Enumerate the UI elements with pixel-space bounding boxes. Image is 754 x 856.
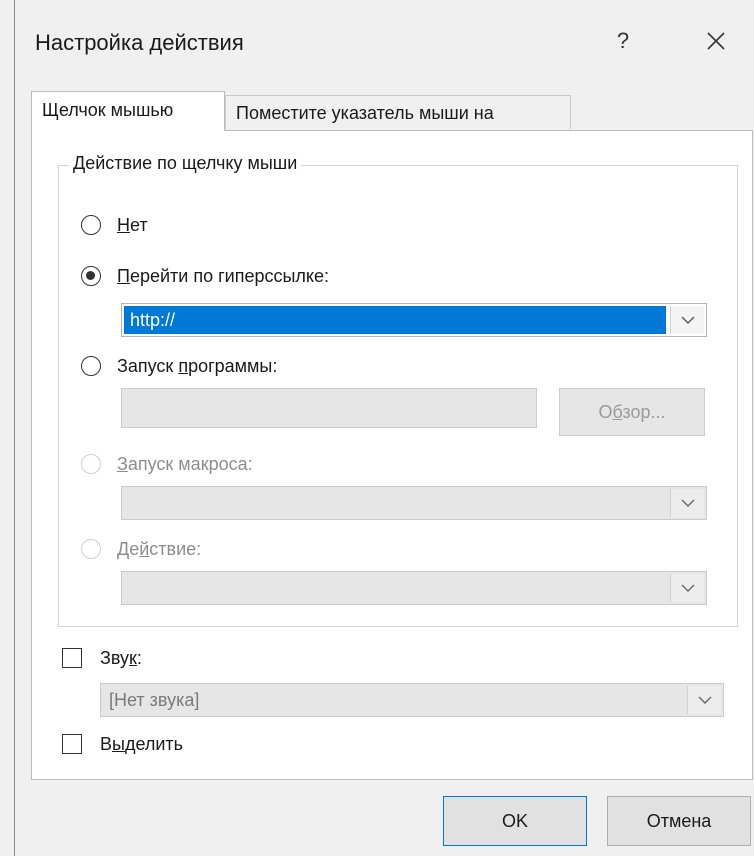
hyperlink-dropdown-button[interactable] [670,306,704,334]
click-action-group: Действие по щелчку мыши Нет Перейти по г… [58,153,738,627]
sound-value: [Нет звука] [109,690,200,710]
title-bar: Настройка действия ? [15,0,754,88]
sound-dropdown-button[interactable] [687,686,721,714]
hyperlink-value[interactable]: http:// [124,306,666,334]
radio-none-circle[interactable] [81,215,101,235]
sound-checkbox[interactable] [62,648,82,668]
tab-mouse-click[interactable]: Щелчок мышью [31,91,225,131]
action-combo[interactable] [121,571,707,605]
radio-action[interactable]: Действие: [81,536,201,562]
radio-none[interactable]: Нет [81,212,148,238]
radio-run-program-label: Запуск программы: [117,355,278,376]
action-dropdown-button[interactable] [670,574,704,602]
macro-dropdown-button[interactable] [670,489,704,517]
chevron-down-icon [681,499,694,507]
radio-run-macro-circle[interactable] [81,454,101,474]
hyperlink-combo[interactable]: http:// [121,303,707,337]
chevron-down-icon [681,584,694,592]
chevron-down-icon [698,696,711,704]
action-value [124,574,666,602]
browse-button[interactable]: Обзор... [559,388,705,436]
radio-hyperlink-circle[interactable] [81,266,101,286]
tab-mouse-over[interactable]: Поместите указатель мыши на [225,95,571,129]
macro-value [124,489,666,517]
radio-hyperlink[interactable]: Перейти по гиперссылке: [81,263,329,289]
highlight-checkbox[interactable] [62,734,82,754]
close-icon [707,32,725,50]
group-legend: Действие по щелчку мыши [69,153,302,174]
sound-combo[interactable]: [Нет звука] [100,683,724,717]
chevron-down-icon [681,316,694,324]
program-path-input[interactable] [121,388,537,428]
ok-button[interactable]: OK [443,796,587,846]
radio-action-label: Действие: [117,538,202,559]
highlight-checkbox-row[interactable]: Выделить [62,731,183,757]
cancel-button[interactable]: Отмена [607,796,751,846]
radio-run-program[interactable]: Запуск программы: [81,353,277,379]
sound-checkbox-row[interactable]: Звук: [62,645,142,671]
radio-hyperlink-label: Перейти по гиперссылке: [117,265,330,286]
help-button[interactable]: ? [611,28,635,54]
macro-combo[interactable] [121,486,707,520]
sound-label: Звук: [100,647,142,668]
highlight-label: Выделить [100,733,184,754]
tab-panel: Действие по щелчку мыши Нет Перейти по г… [31,130,753,780]
radio-none-label: Нет [117,214,148,235]
radio-run-macro[interactable]: Запуск макроса: [81,451,253,477]
close-button[interactable] [701,26,731,56]
dialog-title: Настройка действия [35,30,244,55]
radio-run-macro-label: Запуск макроса: [117,453,253,474]
radio-run-program-circle[interactable] [81,356,101,376]
radio-action-circle[interactable] [81,539,101,559]
action-settings-dialog: Настройка действия ? Щелчок мышью Помест… [14,0,754,856]
